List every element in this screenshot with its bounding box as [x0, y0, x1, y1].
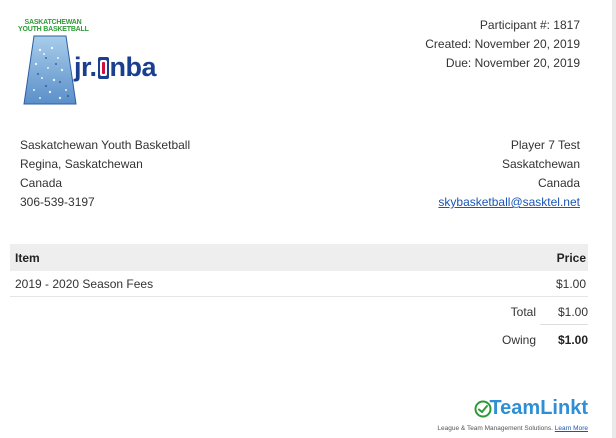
logo-text-line1: SASKATCHEWAN — [24, 19, 82, 26]
right-border — [612, 0, 616, 438]
org-logo: SASKATCHEWAN YOUTH BASKETBALL jr. nba — [18, 14, 158, 106]
row-item: 2019 - 2020 Season Fees — [15, 277, 154, 291]
totals-divider — [540, 324, 588, 325]
due-date: Due: November 20, 2019 — [445, 56, 580, 70]
to-name: Player 7 Test — [510, 138, 580, 152]
court-icon — [23, 35, 77, 105]
logo-text-line2: YOUTH BASKETBALL — [18, 26, 89, 33]
to-country: Canada — [537, 176, 580, 190]
items-table-header: Item Price — [10, 244, 588, 271]
nba-player-icon — [97, 57, 109, 79]
teamlinkt-team: Team — [489, 397, 541, 419]
from-address: Saskatchewan Youth Basketball Regina, Sa… — [20, 136, 190, 212]
column-header-item: Item — [15, 251, 40, 265]
from-country: Canada — [20, 176, 63, 190]
from-city: Regina, Saskatchewan — [20, 157, 143, 171]
to-address: Player 7 Test Saskatchewan Canada skybas… — [438, 136, 580, 212]
jrnba-wordmark: jr. nba — [74, 52, 157, 83]
total-label: Total — [510, 305, 536, 319]
table-row: 2019 - 2020 Season Fees $1.00 — [10, 271, 588, 297]
from-name: Saskatchewan Youth Basketball — [20, 138, 191, 152]
created-date: Created: November 20, 2019 — [425, 37, 580, 51]
brand-suffix: nba — [109, 52, 157, 82]
teamlinkt-logo: TeamLinkt — [489, 397, 588, 420]
owing-value: $1.00 — [557, 333, 588, 347]
column-header-price: Price — [556, 251, 586, 265]
footer-tagline: League & Team Management Solutions. Lear… — [437, 425, 588, 432]
teamlinkt-linkt: Linkt — [540, 397, 588, 419]
tagline-text: League & Team Management Solutions. — [437, 425, 553, 432]
owing-label: Owing — [501, 333, 536, 347]
brand-prefix: jr. — [74, 52, 97, 82]
invoice-meta: Participant #: 1817 Created: November 20… — [425, 16, 580, 73]
learn-more-link[interactable]: Learn More — [555, 425, 588, 432]
from-phone: 306-539-3197 — [20, 195, 95, 209]
to-province: Saskatchewan — [501, 157, 580, 171]
participant-number: Participant #: 1817 — [479, 18, 580, 32]
row-price: $1.00 — [555, 277, 586, 291]
total-value: $1.00 — [557, 305, 588, 319]
to-email-link[interactable]: skybasketball@sasktel.net — [438, 195, 580, 209]
